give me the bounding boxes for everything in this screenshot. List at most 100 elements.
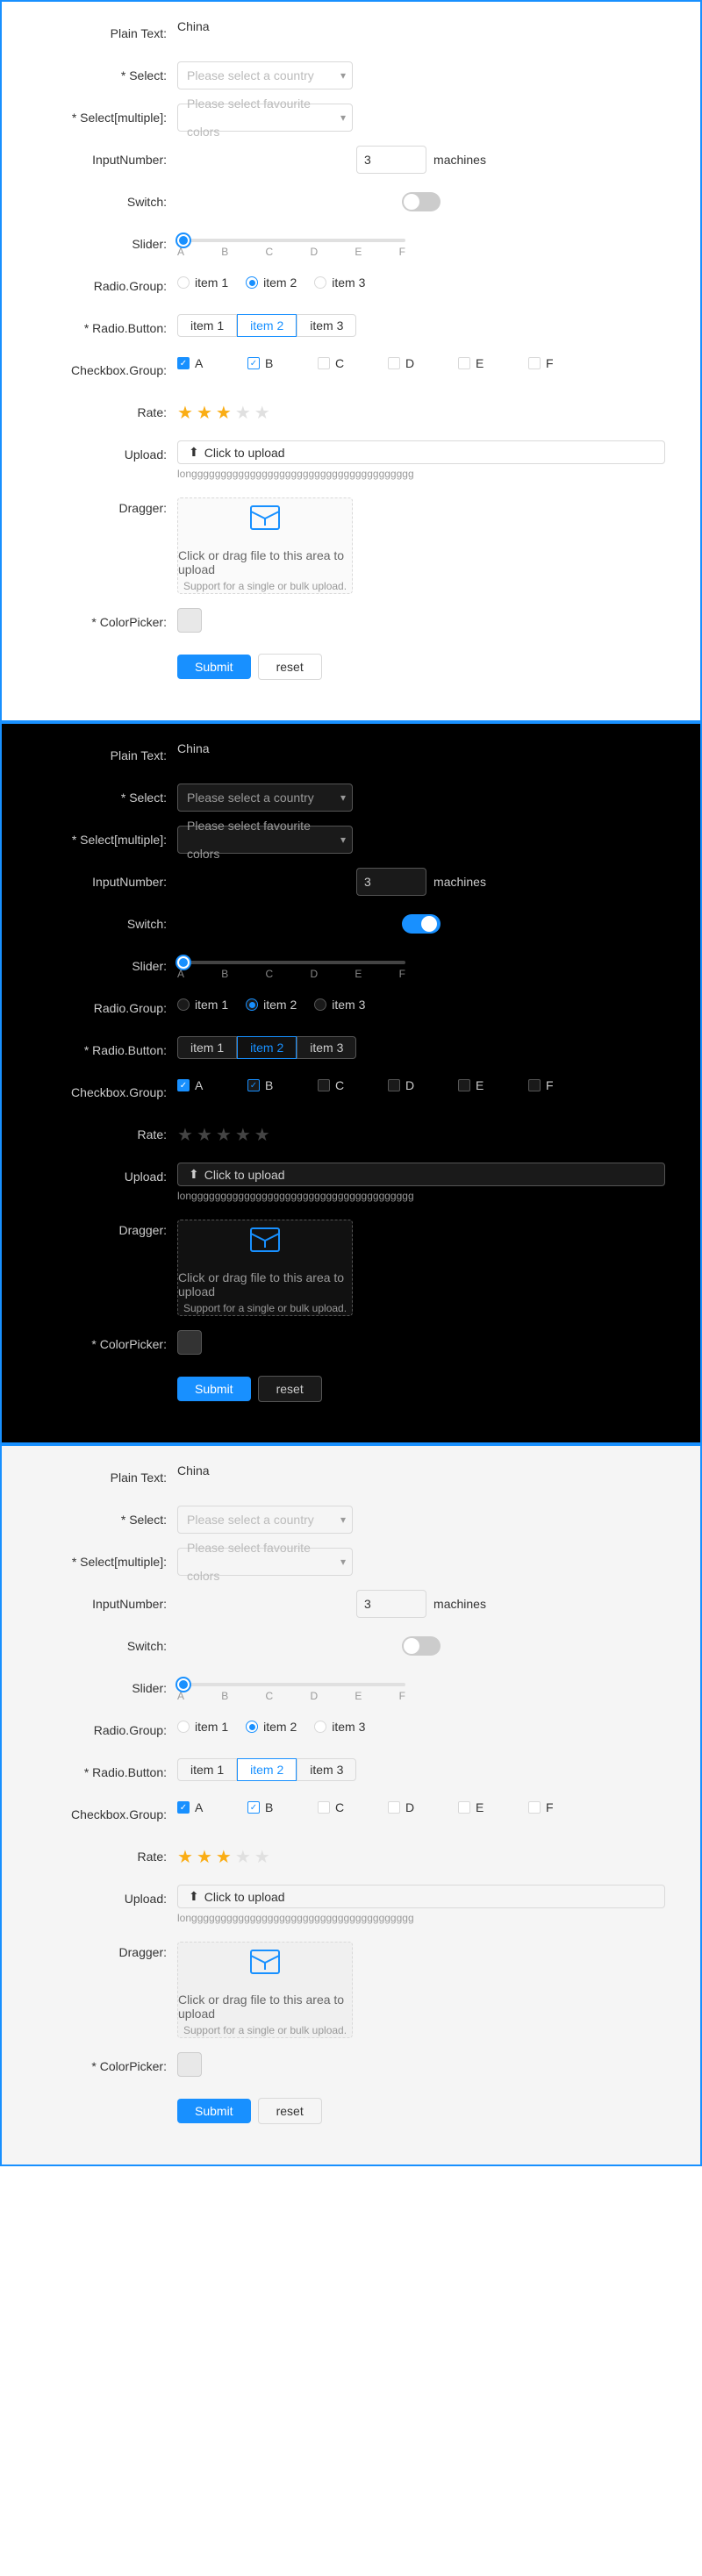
star-5-dark[interactable]: ★ — [254, 1124, 270, 1146]
checkbox-e[interactable]: E — [458, 356, 511, 370]
switch-knob — [404, 194, 419, 210]
star-3[interactable]: ★ — [216, 402, 232, 424]
input-number-dark[interactable] — [356, 868, 426, 896]
star-1-dark[interactable]: ★ — [177, 1124, 193, 1146]
dragger-gray[interactable]: Click or drag file to this area to uploa… — [177, 1942, 353, 2038]
radio-item-1-dark[interactable]: item 1 — [177, 998, 228, 1012]
select-gray[interactable]: Please select a country ▾ — [177, 1506, 353, 1534]
switch-knob-dark — [421, 916, 437, 932]
radio-btn-3[interactable]: item 3 — [297, 314, 356, 337]
star-2[interactable]: ★ — [197, 402, 212, 424]
checkbox-c[interactable]: C — [318, 356, 370, 370]
checkbox-a[interactable]: ✓ A — [177, 356, 230, 370]
reset-button-gray[interactable]: reset — [258, 2098, 322, 2124]
select-colors-box-gray[interactable]: Please select favourite colors — [177, 1548, 353, 1576]
star-2-dark[interactable]: ★ — [197, 1124, 212, 1146]
dragger-icon-gray — [247, 1943, 283, 1986]
radio-btn-3-gray[interactable]: item 3 — [297, 1758, 356, 1781]
star-3-dark[interactable]: ★ — [216, 1124, 232, 1146]
upload-btn-gray[interactable]: ⬆ Click to upload — [177, 1885, 665, 1908]
radio-btn-2[interactable]: item 2 — [237, 314, 297, 337]
color-picker-box[interactable] — [177, 608, 202, 633]
radio-label-2: item 2 — [263, 275, 297, 290]
color-picker-gray[interactable] — [177, 2052, 202, 2077]
input-number-suffix: machines — [433, 146, 486, 174]
plain-text-row-dark: Plain Text: China — [37, 741, 665, 769]
radio-btn-2-dark[interactable]: item 2 — [237, 1036, 297, 1059]
slider-gray[interactable]: ABCDEF — [177, 1674, 405, 1702]
dragger-hint: Support for a single or bulk upload. — [183, 580, 347, 592]
radio-group-row: Radio.Group: item 1 item 2 item 3 — [37, 272, 665, 300]
slider-track — [177, 239, 405, 242]
star-1[interactable]: ★ — [177, 402, 193, 424]
switch-row: Switch: — [37, 188, 665, 216]
select-colors-box-dark[interactable]: Please select favourite colors — [177, 826, 353, 854]
slider-label: Slider: — [37, 230, 177, 258]
radio-item-3-dark[interactable]: item 3 — [314, 998, 365, 1012]
reset-button[interactable]: reset — [258, 654, 322, 680]
checkbox-group-label: Checkbox.Group: — [37, 356, 177, 384]
radio-btn-3-dark[interactable]: item 3 — [297, 1036, 356, 1059]
color-picker-row: * ColorPicker: — [37, 608, 665, 636]
input-number-field[interactable] — [356, 146, 426, 174]
radio-group-gray: item 1 item 2 item 3 — [177, 1720, 665, 1734]
checkbox-b[interactable]: ✓ B — [247, 356, 300, 370]
radio-btn-1-dark[interactable]: item 1 — [177, 1036, 237, 1059]
color-picker-dark[interactable] — [177, 1330, 202, 1355]
star-4[interactable]: ★ — [235, 402, 251, 424]
select-colors[interactable]: Please select favourite colors — [177, 104, 353, 132]
switch-toggle[interactable] — [402, 192, 441, 211]
select-wrapper[interactable]: Please select a country ▾ — [177, 61, 353, 89]
radio-group-label: Radio.Group: — [37, 272, 177, 300]
radio-btn-1-gray[interactable]: item 1 — [177, 1758, 237, 1781]
radio-item-1[interactable]: item 1 — [177, 275, 228, 290]
switch-gray[interactable] — [402, 1636, 441, 1656]
reset-button-dark[interactable]: reset — [258, 1376, 322, 1402]
dragger-label: Dragger: — [37, 494, 177, 522]
select-colors-dark[interactable]: Please select favourite colors ▾ — [177, 826, 353, 854]
rate-gray[interactable]: ★ ★ ★ ★ ★ — [177, 1846, 665, 1868]
select-box-gray[interactable]: Please select a country — [177, 1506, 353, 1534]
upload-button[interactable]: ⬆ Click to upload — [177, 440, 665, 464]
radio-item-2-dark[interactable]: item 2 — [246, 998, 297, 1012]
rate-stars[interactable]: ★ ★ ★ ★ ★ — [177, 402, 665, 424]
select-country[interactable]: Please select a country — [177, 61, 353, 89]
radio-label-1: item 1 — [195, 275, 228, 290]
radio-btn-1[interactable]: item 1 — [177, 314, 237, 337]
select-row: * Select: Please select a country ▾ — [37, 61, 665, 89]
input-number-row: InputNumber: machines — [37, 146, 665, 174]
star-5[interactable]: ★ — [254, 402, 270, 424]
radio-btn-2-gray[interactable]: item 2 — [237, 1758, 297, 1781]
plain-text-value-dark: China — [177, 741, 665, 755]
radio-item-3[interactable]: item 3 — [314, 275, 365, 290]
slider-track-dark — [177, 961, 405, 964]
checkbox-f[interactable]: F — [528, 356, 581, 370]
upload-row: Upload: ⬆ Click to upload longgggggggggg… — [37, 440, 665, 480]
rate-dark[interactable]: ★ ★ ★ ★ ★ — [177, 1124, 665, 1146]
select-box-dark[interactable]: Please select a country — [177, 784, 353, 812]
checkbox-group-dark: ✓ A ✓ B C D E — [177, 1078, 665, 1092]
dragger-area[interactable]: Click or drag file to this area to uploa… — [177, 497, 353, 594]
submit-button[interactable]: Submit — [177, 655, 251, 679]
select-multiple-wrapper[interactable]: Please select favourite colors ▾ — [177, 104, 353, 132]
radio-btn-group-dark: item 1 item 2 item 3 — [177, 1036, 665, 1059]
radio-button-label: * Radio.Button: — [37, 314, 177, 342]
checkbox-d[interactable]: D — [388, 356, 441, 370]
switch-dark[interactable] — [402, 914, 441, 934]
star-4-dark[interactable]: ★ — [235, 1124, 251, 1146]
radio-item-2[interactable]: item 2 — [246, 275, 297, 290]
dragger-dark[interactable]: Click or drag file to this area to uploa… — [177, 1220, 353, 1316]
upload-btn-dark[interactable]: ⬆ Click to upload — [177, 1163, 665, 1186]
upload-hint: longgggggggggggggggggggggggggggggggggggg… — [177, 468, 665, 480]
submit-button-dark[interactable]: Submit — [177, 1377, 251, 1401]
upload-icon: ⬆ — [189, 445, 199, 460]
slider-thumb[interactable] — [177, 234, 190, 247]
slider-dark[interactable]: ABCDEF — [177, 952, 405, 980]
slider-wrapper[interactable]: ABCDEF — [177, 230, 405, 258]
checkbox-box-b: ✓ — [247, 357, 260, 369]
submit-button-gray[interactable]: Submit — [177, 2099, 251, 2123]
input-number-gray[interactable] — [356, 1590, 426, 1618]
select-country-dark[interactable]: Please select a country ▾ — [177, 784, 353, 812]
select-colors-gray[interactable]: Please select favourite colors ▾ — [177, 1548, 353, 1576]
input-number-label: InputNumber: — [37, 146, 177, 174]
